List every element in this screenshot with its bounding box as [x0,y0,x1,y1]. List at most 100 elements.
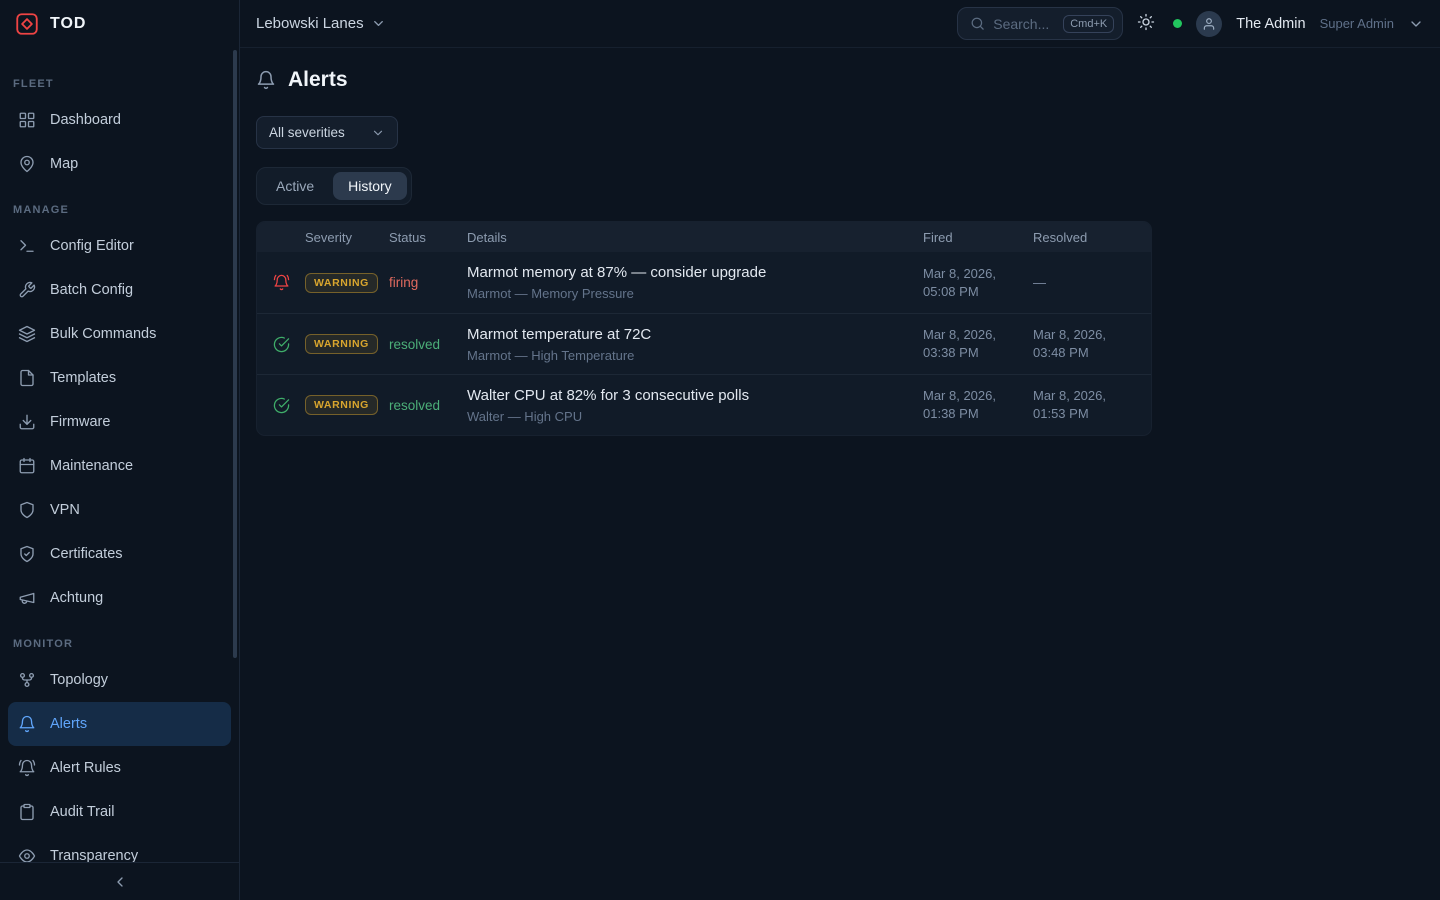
check-circle-icon [273,336,290,353]
search-input[interactable] [993,16,1055,32]
sidebar-item-bulk-commands[interactable]: Bulk Commands [8,312,231,356]
table-header-fired: Fired [923,230,1033,245]
sidebar-item-label: Config Editor [50,238,134,254]
brand: TOD [0,0,239,48]
sidebar-section-fleet: FLEET Dashboard Map [0,68,239,186]
sidebar-item-config-editor[interactable]: Config Editor [8,224,231,268]
sidebar-section-manage: MANAGEConfig EditorBatch ConfigBulk Comm… [0,194,239,620]
alert-title: Marmot memory at 87% — consider upgrade [467,264,907,281]
sidebar-item-audit-trail[interactable]: Audit Trail [8,790,231,834]
page-header: Alerts [256,68,1424,92]
status-cell: resolved [389,398,467,413]
wrench-icon [18,281,36,299]
search-icon [970,16,985,31]
status-cell: firing [389,275,467,290]
avatar[interactable] [1196,11,1222,37]
sidebar-nav: FLEETDashboardMapMANAGEConfig EditorBatc… [0,48,239,878]
sidebar: TOD FLEETDashboardMapMANAGEConfig Editor… [0,0,240,900]
severity-filter-select[interactable]: All severities [256,116,398,149]
bell-icon [256,70,276,90]
user-role-badge: Super Admin [1320,16,1394,31]
sidebar-item-label: Map [50,156,78,172]
severity-cell: WARNING [305,273,389,293]
page-title: Alerts [288,68,348,92]
sidebar-item-label: Bulk Commands [50,326,156,342]
sidebar-scrollbar[interactable] [233,50,237,658]
severity-badge: WARNING [305,273,378,293]
severity-badge: WARNING [305,395,378,415]
terminal-icon [18,237,36,255]
brand-name: TOD [50,15,86,33]
shield-icon [18,501,36,519]
sidebar-item-certificates[interactable]: Certificates [8,532,231,576]
sidebar-item-label: Certificates [50,546,123,562]
tab-active[interactable]: Active [261,172,329,200]
clipboard-icon [18,803,36,821]
severity-cell: WARNING [305,334,389,354]
sidebar-item-templates[interactable]: Templates [8,356,231,400]
bell-ring-icon [18,759,36,777]
alert-subtitle: Marmot — Memory Pressure [467,286,907,301]
sidebar-collapse-button[interactable] [106,868,134,896]
calendar-icon [18,457,36,475]
alerts-table: SeverityStatusDetailsFiredResolved WARNI… [256,221,1152,436]
sidebar-item-label: Templates [50,370,116,386]
alert-row[interactable]: WARNINGresolvedMarmot temperature at 72C… [257,313,1151,374]
sidebar-item-label: Firmware [50,414,110,430]
badge-check-icon [18,545,36,563]
sidebar-item-map[interactable]: Map [8,142,231,186]
map-pin-icon [18,155,36,173]
table-header-row: SeverityStatusDetailsFiredResolved [257,222,1151,252]
sidebar-item-batch-config[interactable]: Batch Config [8,268,231,312]
dashboard-icon [18,111,36,129]
sidebar-item-label: Maintenance [50,458,133,474]
main-area: Lebowski Lanes Cmd+K The Admin Super Adm… [240,0,1440,900]
chevron-down-icon [371,16,386,31]
details-cell: Marmot memory at 87% — consider upgrade M… [467,254,923,311]
severity-filter-value: All severities [269,125,345,140]
app-root: TOD FLEETDashboardMapMANAGEConfig Editor… [0,0,1440,900]
file-icon [18,369,36,387]
sidebar-item-dashboard[interactable]: Dashboard [8,98,231,142]
user-icon [1202,17,1216,31]
table-header-severity: Severity [305,230,389,245]
alert-row-icon-cell [257,274,305,291]
sidebar-item-alerts[interactable]: Alerts [8,702,231,746]
check-circle-icon [273,397,290,414]
sidebar-item-topology[interactable]: Topology [8,658,231,702]
sidebar-item-maintenance[interactable]: Maintenance [8,444,231,488]
topbar: Lebowski Lanes Cmd+K The Admin Super Adm… [240,0,1440,48]
connection-status-dot [1173,19,1182,28]
org-selector-label: Lebowski Lanes [256,15,364,32]
sidebar-footer [0,862,239,900]
fired-cell: Mar 8, 2026, 05:08 PM [923,265,1033,300]
sidebar-item-achtung[interactable]: Achtung [8,576,231,620]
status-cell: resolved [389,337,467,352]
details-cell: Walter CPU at 82% for 3 consecutive poll… [467,377,923,434]
alert-row-icon-cell [257,336,305,353]
sidebar-item-label: Alert Rules [50,760,121,776]
org-selector[interactable]: Lebowski Lanes [256,15,386,32]
chevron-down-icon [371,126,385,140]
sidebar-item-label: Batch Config [50,282,133,298]
tab-group: ActiveHistory [256,167,412,205]
sidebar-item-alert-rules[interactable]: Alert Rules [8,746,231,790]
sidebar-item-label: Alerts [50,716,87,732]
search-box[interactable]: Cmd+K [957,7,1123,40]
sidebar-item-firmware[interactable]: Firmware [8,400,231,444]
sidebar-item-vpn[interactable]: VPN [8,488,231,532]
alert-row[interactable]: WARNING resolvedWalter CPU at 82% for 3 c… [257,374,1151,435]
alert-subtitle: Marmot — High Temperature [467,348,907,363]
theme-toggle-button[interactable] [1137,13,1159,35]
content: Alerts All severities ActiveHistory Seve… [240,48,1440,436]
sidebar-item-label: Dashboard [50,112,121,128]
table-header-status: Status [389,230,467,245]
sidebar-section-monitor: MONITORTopologyAlertsAlert RulesAudit Tr… [0,628,239,878]
fired-cell: Mar 8, 2026, 01:38 PM [923,387,1033,422]
sidebar-section-label: FLEET [0,68,239,98]
alert-row[interactable]: WARNING firingMarmot memory at 87% — cons… [257,252,1151,313]
sidebar-item-label: Achtung [50,590,103,606]
user-menu-chevron-icon[interactable] [1408,16,1424,32]
chevron-left-icon [112,874,128,890]
tab-history[interactable]: History [333,172,407,200]
